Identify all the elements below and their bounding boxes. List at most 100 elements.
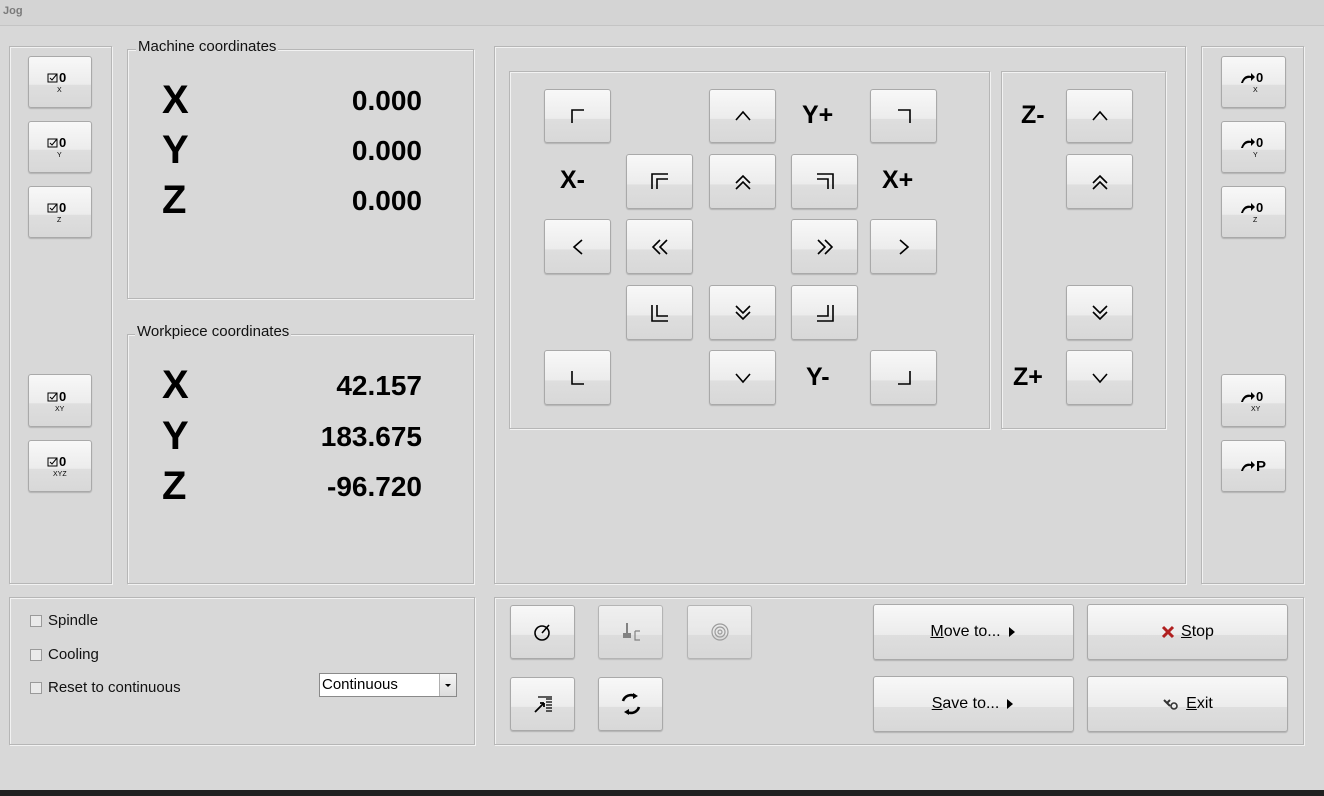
title-bar: Jog — [0, 0, 1324, 26]
spindle-label: Spindle — [48, 612, 99, 629]
corner-up-left-icon — [570, 109, 584, 123]
x-plus-label: X+ — [882, 166, 914, 194]
chevron-down-icon — [734, 372, 751, 383]
machine-coordinates-legend: Machine coordinates — [136, 38, 279, 55]
workpiece-x-label: X — [162, 363, 189, 407]
svg-text:Z: Z — [1253, 217, 1258, 224]
zero-y-button[interactable]: 0Y — [28, 121, 92, 173]
jog-y-minus-fast-button[interactable] — [709, 285, 776, 340]
jog-x-minus-button[interactable] — [544, 219, 611, 274]
svg-text:0: 0 — [1256, 70, 1263, 85]
spindle-checkbox[interactable]: Spindle — [30, 612, 98, 629]
stop-label: Stop — [1181, 623, 1214, 640]
reset-continuous-checkbox-box[interactable] — [30, 681, 42, 694]
goto-zero-y-button[interactable]: 0Y — [1221, 121, 1286, 173]
jog-x-plus-button[interactable] — [870, 219, 937, 274]
jog-z-minus-fast-button[interactable] — [1066, 154, 1133, 209]
rotate-arrows-icon — [621, 693, 640, 715]
double-chevron-up-icon — [734, 174, 751, 190]
jog-down-left-fast-button[interactable] — [626, 285, 693, 340]
exit-icon — [1163, 699, 1178, 710]
submenu-arrow-icon — [1007, 699, 1014, 709]
svg-text:P: P — [1256, 458, 1266, 475]
dropdown-arrow-icon — [445, 684, 451, 687]
svg-text:Y: Y — [1253, 152, 1258, 159]
jog-y-plus-fast-button[interactable] — [709, 154, 776, 209]
jog-up-left-fast-button[interactable] — [626, 154, 693, 209]
workpiece-coordinates-legend: Workpiece coordinates — [135, 323, 292, 340]
jog-up-left-corner-button[interactable] — [544, 89, 611, 143]
jog-up-right-fast-button[interactable] — [791, 154, 858, 209]
save-to-label: Save to... — [931, 695, 1000, 712]
goto-park-icon: P — [1240, 458, 1266, 475]
machine-z-label: Z — [162, 178, 187, 222]
svg-text:0: 0 — [59, 70, 66, 85]
workpiece-x-value: 42.157 — [336, 370, 422, 401]
machine-x-label: X — [162, 78, 189, 122]
z-double-chevron-up-icon — [1091, 174, 1108, 190]
jog-z-minus-button[interactable] — [1066, 89, 1133, 143]
goto-zero-xy-button[interactable]: 0 XY — [1221, 374, 1286, 427]
jog-x-minus-fast-button[interactable] — [626, 219, 693, 274]
chevron-left-icon — [572, 238, 583, 255]
jog-to-file-icon — [533, 696, 552, 713]
workpiece-y-label: Y — [162, 414, 189, 458]
z-chevron-down-icon — [1091, 372, 1108, 383]
save-to-button[interactable]: Save to... — [873, 676, 1074, 732]
jog-y-plus-button[interactable] — [709, 89, 776, 143]
svg-text:XY: XY — [1251, 406, 1261, 413]
svg-text:0: 0 — [59, 135, 66, 150]
zero-xyz-icon: 0 XYZ — [47, 454, 67, 478]
goto-zero-z-button[interactable]: 0Z — [1221, 186, 1286, 238]
jog-z-plus-fast-button[interactable] — [1066, 285, 1133, 340]
stop-button[interactable]: Stop — [1087, 604, 1288, 660]
jog-down-right-corner-button[interactable] — [870, 350, 937, 405]
y-plus-label: Y+ — [802, 101, 834, 129]
jog-down-right-fast-button[interactable] — [791, 285, 858, 340]
z-chevron-up-icon — [1091, 110, 1108, 121]
exit-label: Exit — [1186, 695, 1213, 712]
reset-continuous-checkbox[interactable]: Reset to continuous — [30, 679, 181, 696]
jog-down-left-corner-button[interactable] — [544, 350, 611, 405]
jog-x-plus-fast-button[interactable] — [791, 219, 858, 274]
goto-zero-x-button[interactable]: 0X — [1221, 56, 1286, 108]
svg-text:0: 0 — [59, 200, 66, 215]
zero-x-button[interactable]: 0X — [28, 56, 92, 108]
cooling-checkbox[interactable]: Cooling — [30, 646, 99, 663]
goto-park-button[interactable]: P — [1221, 440, 1286, 492]
goto-zero-y-icon: 0Y — [1240, 135, 1263, 159]
spiral-icon — [710, 623, 729, 641]
zero-xyz-button[interactable]: 0 XYZ — [28, 440, 92, 492]
mode-select-dropdown[interactable] — [439, 674, 456, 696]
zero-xy-button[interactable]: 0 XY — [28, 374, 92, 427]
zero-xy-icon: 0 XY — [47, 389, 66, 413]
cooling-checkbox-box[interactable] — [30, 648, 42, 661]
jog-up-right-corner-button[interactable] — [870, 89, 937, 143]
goto-zero-x-icon: 0X — [1240, 70, 1263, 94]
spindle-checkbox-box[interactable] — [30, 614, 42, 627]
jog-y-minus-button[interactable] — [709, 350, 776, 405]
rotate-button[interactable] — [598, 677, 663, 731]
mode-select[interactable]: Continuous — [319, 673, 457, 697]
workpiece-y-value: 183.675 — [320, 421, 422, 452]
exit-button[interactable]: Exit — [1087, 676, 1288, 732]
jog-z-plus-button[interactable] — [1066, 350, 1133, 405]
zero-z-button[interactable]: 0Z — [28, 186, 92, 238]
chevron-right-icon — [898, 238, 909, 255]
double-corner-down-right-icon — [816, 304, 834, 322]
move-to-label: Move to... — [930, 623, 1001, 640]
probe-gauge-icon — [533, 624, 550, 641]
mode-select-value: Continuous — [322, 676, 398, 693]
jog-to-file-button[interactable] — [510, 677, 575, 731]
svg-text:Y: Y — [57, 152, 62, 159]
machine-x-value: 0.000 — [351, 85, 422, 116]
move-to-button[interactable]: Move to... — [873, 604, 1074, 660]
spiral-button[interactable] — [687, 605, 752, 659]
stop-x-icon — [1161, 625, 1175, 639]
tool-length-button[interactable] — [598, 605, 663, 659]
double-corner-up-right-icon — [816, 172, 834, 189]
submenu-arrow-icon — [1008, 627, 1015, 637]
machine-z-value: 0.000 — [351, 185, 422, 216]
probe-button[interactable] — [510, 605, 575, 659]
double-corner-up-left-icon — [650, 172, 668, 189]
